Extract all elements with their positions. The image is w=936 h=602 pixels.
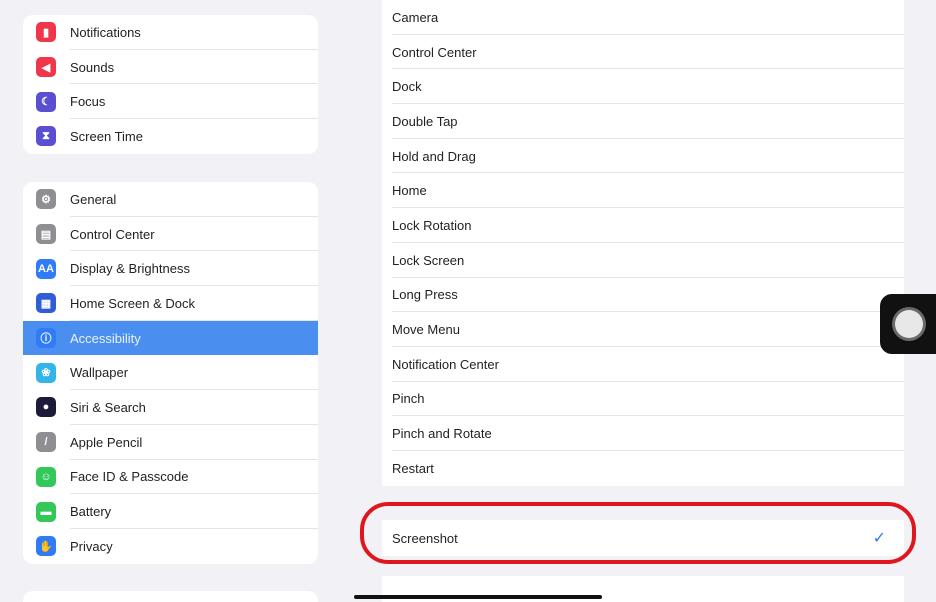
sidebar-item-label: Home Screen & Dock xyxy=(70,295,195,311)
option-control-center[interactable]: Control Center xyxy=(382,35,904,70)
sidebar-item-label: Wallpaper xyxy=(70,365,129,381)
sidebar-group-next xyxy=(23,591,318,602)
sidebar-item-label: Focus xyxy=(70,94,106,110)
sounds-icon: ◀ xyxy=(36,57,56,78)
sidebar-item-accessibility[interactable]: ⓘ Accessibility xyxy=(23,320,318,356)
option-label: Home xyxy=(392,183,427,199)
face-id-icon: ☺ xyxy=(36,466,56,487)
option-label: Notification Center xyxy=(392,356,499,372)
option-label: Control Center xyxy=(392,44,477,60)
option-label: Long Press xyxy=(392,287,458,303)
sidebar-item-label: Battery xyxy=(70,504,112,520)
settings-sidebar: ▮ Notifications ◀ Sounds ☾ Focus ⧗ Screen Time … xyxy=(0,0,334,602)
assistive-touch-button[interactable] xyxy=(880,294,936,354)
sidebar-item-screen-time[interactable]: ⧗ Screen Time xyxy=(23,119,318,154)
option-label: Move Menu xyxy=(392,322,460,338)
sidebar-item-label: Face ID & Passcode xyxy=(70,469,189,485)
sidebar-item-siri-search[interactable]: ● Siri & Search xyxy=(23,390,318,425)
screen-time-icon: ⧗ xyxy=(36,126,56,147)
option-double-tap[interactable]: Double Tap xyxy=(382,104,904,139)
sidebar-item-apple-pencil[interactable]: / Apple Pencil xyxy=(23,425,318,460)
option-move-menu[interactable]: Move Menu xyxy=(382,312,904,347)
control-center-icon: ▤ xyxy=(36,224,56,245)
accessibility-icon: ⓘ xyxy=(36,328,56,349)
option-long-press[interactable]: Long Press xyxy=(382,278,904,313)
wallpaper-icon: ❀ xyxy=(36,362,56,383)
option-label: Restart xyxy=(392,460,434,476)
display-brightness-icon: AA xyxy=(36,258,56,279)
sidebar-item-label: Privacy xyxy=(70,538,113,554)
home-screen-icon: ▦ xyxy=(36,293,56,314)
option-label: Lock Rotation xyxy=(392,217,472,233)
sidebar-item-control-center[interactable]: ▤ Control Center xyxy=(23,217,318,252)
sidebar-item-label: Siri & Search xyxy=(70,399,146,415)
sidebar-group-notifications: ▮ Notifications ◀ Sounds ☾ Focus ⧗ Screen Time xyxy=(23,15,318,154)
option-label: Pinch xyxy=(392,391,425,407)
option-label: Pinch and Rotate xyxy=(392,426,492,442)
sidebar-item-label: Screen Time xyxy=(70,128,143,144)
option-label: Dock xyxy=(392,79,422,95)
option-pinch-and-rotate[interactable]: Pinch and Rotate xyxy=(382,416,904,451)
sidebar-item-notifications[interactable]: ▮ Notifications xyxy=(23,15,318,50)
assistive-touch-icon xyxy=(895,310,923,338)
option-camera[interactable]: Camera xyxy=(382,0,904,35)
option-label: Camera xyxy=(392,9,439,25)
option-home[interactable]: Home xyxy=(382,173,904,208)
sidebar-group-general: ⚙ General ▤ Control Center AA Display & Brigh… xyxy=(23,182,318,564)
focus-icon: ☾ xyxy=(36,91,56,112)
sidebar-item-wallpaper[interactable]: ❀ Wallpaper xyxy=(23,355,318,390)
option-notification-center[interactable]: Notification Center xyxy=(382,347,904,382)
sidebar-item-home-screen-dock[interactable]: ▦ Home Screen & Dock xyxy=(23,286,318,321)
privacy-hand-icon: ✋ xyxy=(36,536,56,557)
gear-icon: ⚙ xyxy=(36,189,56,210)
option-lock-rotation[interactable]: Lock Rotation xyxy=(382,208,904,243)
option-lock-screen[interactable]: Lock Screen xyxy=(382,243,904,278)
sidebar-item-label: Display & Brightness xyxy=(70,261,190,277)
sidebar-item-privacy[interactable]: ✋ Privacy xyxy=(23,529,318,564)
sidebar-item-display-brightness[interactable]: AA Display & Brightness xyxy=(23,251,318,286)
sidebar-item-face-id-passcode[interactable]: ☺ Face ID & Passcode xyxy=(23,460,318,495)
sidebar-item-general[interactable]: ⚙ General xyxy=(23,182,318,217)
sidebar-item-label: General xyxy=(70,191,117,207)
notifications-icon: ▮ xyxy=(36,22,56,43)
sidebar-item-label: Notifications xyxy=(70,24,141,40)
pencil-icon: / xyxy=(36,432,56,453)
sidebar-item-battery[interactable]: ▬ Battery xyxy=(23,494,318,529)
sidebar-item-label: Control Center xyxy=(70,226,155,242)
annotation-highlight-ring xyxy=(360,502,916,564)
option-hold-and-drag[interactable]: Hold and Drag xyxy=(382,139,904,174)
sidebar-item-focus[interactable]: ☾ Focus xyxy=(23,84,318,119)
option-dock[interactable]: Dock xyxy=(382,69,904,104)
battery-icon: ▬ xyxy=(36,501,56,522)
option-restart[interactable]: Restart xyxy=(382,451,904,486)
sidebar-item-label: Apple Pencil xyxy=(70,434,143,450)
siri-icon: ● xyxy=(36,397,56,418)
option-label: Double Tap xyxy=(392,113,458,129)
option-pinch[interactable]: Pinch xyxy=(382,382,904,417)
home-indicator[interactable] xyxy=(354,595,602,599)
sidebar-item-label: Accessibility xyxy=(70,330,141,346)
sidebar-item-label: Sounds xyxy=(70,59,115,75)
sidebar-item-sounds[interactable]: ◀ Sounds xyxy=(23,50,318,85)
action-options-list: Camera Control Center Dock Double Tap Hold a… xyxy=(382,0,904,486)
option-label: Lock Screen xyxy=(392,252,465,268)
option-label: Hold and Drag xyxy=(392,148,476,164)
